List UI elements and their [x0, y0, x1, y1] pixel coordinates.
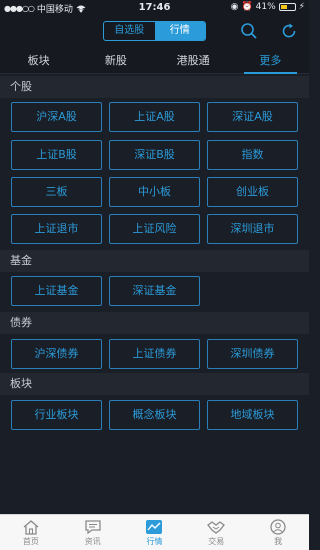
news-icon [85, 520, 101, 535]
bottom-tab-bar: 首页 资讯 行情 交易 我 [0, 514, 309, 550]
segment-watchlist[interactable]: 自选股 [104, 22, 155, 40]
button-sh-delisted[interactable]: 上证退市 [11, 214, 102, 244]
section-header-sectors: 板块 [0, 373, 309, 395]
button-concept-sector[interactable]: 概念板块 [109, 400, 200, 430]
button-sz-bonds[interactable]: 深圳债券 [207, 339, 298, 369]
tab-sectors[interactable]: 板块 [0, 48, 77, 73]
nav-bar: 自选股 行情 [0, 16, 309, 48]
status-bar: ●●●○○ 中国移动 17:46 ◉ ⏰ 41% ⚡ [0, 0, 309, 16]
market-chart-icon [146, 520, 163, 534]
segmented-control: 自选股 行情 [103, 21, 206, 41]
button-sh-bonds[interactable]: 上证债券 [109, 339, 200, 369]
segment-market[interactable]: 行情 [154, 22, 205, 40]
button-sz-funds[interactable]: 深证基金 [109, 276, 200, 306]
button-sh-b-shares[interactable]: 上证B股 [11, 140, 102, 170]
tab-hk-connect[interactable]: 港股通 [155, 48, 232, 73]
button-sz-delisted[interactable]: 深圳退市 [207, 214, 298, 244]
orientation-lock-icon: ◉ [230, 2, 239, 12]
button-sz-b-shares[interactable]: 深证B股 [109, 140, 200, 170]
button-sh-a-shares[interactable]: 上证A股 [109, 102, 200, 132]
trade-handshake-icon [207, 521, 226, 534]
home-icon [23, 520, 39, 535]
button-hs-bonds[interactable]: 沪深债券 [11, 339, 102, 369]
tabbar-me[interactable]: 我 [247, 515, 309, 550]
button-sh-funds[interactable]: 上证基金 [11, 276, 102, 306]
button-region-sector[interactable]: 地域板块 [207, 400, 298, 430]
battery-icon [278, 3, 296, 11]
tabbar-home[interactable]: 首页 [0, 515, 62, 550]
charging-icon: ⚡ [298, 2, 305, 12]
battery-percent: 41% [255, 2, 276, 12]
tab-more[interactable]: 更多 [232, 48, 309, 74]
tab-new-stocks[interactable]: 新股 [77, 48, 154, 73]
tabbar-market[interactable]: 行情 [124, 515, 186, 550]
tabbar-news-label: 资讯 [84, 537, 101, 546]
tabbar-news[interactable]: 资讯 [62, 515, 124, 550]
search-icon[interactable] [240, 22, 258, 40]
market-tabs: 板块 新股 港股通 更多 [0, 48, 309, 74]
section-header-bonds: 债券 [0, 312, 309, 334]
button-index[interactable]: 指数 [207, 140, 298, 170]
tabbar-trade-label: 交易 [208, 537, 225, 546]
refresh-icon[interactable] [280, 22, 298, 40]
tabbar-home-label: 首页 [22, 537, 39, 546]
tabbar-trade[interactable]: 交易 [185, 515, 247, 550]
section-header-stocks: 个股 [0, 76, 309, 98]
section-header-funds: 基金 [0, 250, 309, 272]
button-chinext[interactable]: 创业板 [207, 177, 298, 207]
button-sme-board[interactable]: 中小板 [109, 177, 200, 207]
tabbar-market-label: 行情 [146, 537, 163, 546]
alarm-icon: ⏰ [241, 2, 253, 12]
button-sh-risk[interactable]: 上证风险 [109, 214, 200, 244]
button-third-board[interactable]: 三板 [11, 177, 102, 207]
profile-icon [270, 519, 286, 535]
button-industry-sector[interactable]: 行业板块 [11, 400, 102, 430]
button-hs-a-shares[interactable]: 沪深A股 [11, 102, 102, 132]
tabbar-me-label: 我 [274, 537, 283, 546]
button-sz-a-shares[interactable]: 深证A股 [207, 102, 298, 132]
